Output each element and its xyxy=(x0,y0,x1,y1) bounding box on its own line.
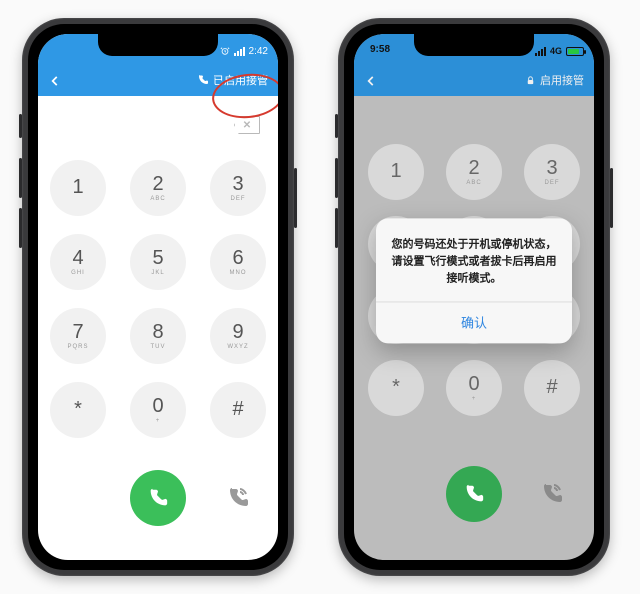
alert-confirm-button[interactable]: 确认 xyxy=(376,303,572,344)
backspace-button[interactable]: ✕ xyxy=(234,116,260,134)
key-5[interactable]: 5JKL xyxy=(130,234,186,290)
call-button[interactable] xyxy=(446,466,502,522)
redial-icon xyxy=(540,482,564,506)
screen-right: 9:58 4G 启用接管 xyxy=(354,34,594,560)
key-2[interactable]: 2ABC xyxy=(130,160,186,216)
key-0[interactable]: 0+ xyxy=(130,382,186,438)
signal-icon xyxy=(234,47,245,56)
keypad: 1 2ABC 3DEF 4GHI 5JKL 6MNO 7PQRS 8TUV 9W… xyxy=(38,160,278,438)
battery-icon xyxy=(566,47,584,56)
key-1[interactable]: 1 xyxy=(368,144,424,200)
phone-left: 2:42 已启用接管 ✕ xyxy=(22,18,294,576)
chevron-left-icon xyxy=(48,74,62,88)
key-star[interactable]: * xyxy=(368,360,424,416)
backspace-icon: ✕ xyxy=(243,120,251,131)
key-star[interactable]: * xyxy=(50,382,106,438)
alert-dialog: 您的号码还处于开机或停机状态，请设置飞行模式或者拔卡后再启用接听模式。 确认 xyxy=(376,219,572,344)
takeover-toggle[interactable]: 已启用接管 xyxy=(197,72,268,88)
signal-icon xyxy=(535,47,546,56)
alarm-icon xyxy=(220,46,230,56)
key-3[interactable]: 3DEF xyxy=(210,160,266,216)
key-6[interactable]: 6MNO xyxy=(210,234,266,290)
key-4[interactable]: 4GHI xyxy=(50,234,106,290)
side-button-power xyxy=(610,168,613,228)
takeover-label: 已启用接管 xyxy=(213,72,268,88)
back-button[interactable] xyxy=(48,74,62,88)
redial-button[interactable] xyxy=(524,466,580,522)
notch xyxy=(414,34,534,56)
phone-icon xyxy=(197,74,209,86)
key-7[interactable]: 7PQRS xyxy=(50,308,106,364)
bezel: 2:42 已启用接管 ✕ xyxy=(28,24,288,570)
side-button-vol-up xyxy=(19,158,22,198)
key-0[interactable]: 0+ xyxy=(446,360,502,416)
key-9[interactable]: 9WXYZ xyxy=(210,308,266,364)
key-1[interactable]: 1 xyxy=(50,160,106,216)
notch xyxy=(98,34,218,56)
alert-message: 您的号码还处于开机或停机状态，请设置飞行模式或者拔卡后再启用接听模式。 xyxy=(376,219,572,302)
network-label: 4G xyxy=(550,46,562,56)
side-button-silence xyxy=(335,114,338,138)
redial-icon xyxy=(226,486,250,510)
call-button[interactable] xyxy=(130,470,186,526)
side-button-vol-up xyxy=(335,158,338,198)
key-hash[interactable]: # xyxy=(524,360,580,416)
side-button-vol-down xyxy=(335,208,338,248)
side-button-vol-down xyxy=(19,208,22,248)
phone-icon xyxy=(463,483,485,505)
key-2[interactable]: 2ABC xyxy=(446,144,502,200)
key-3[interactable]: 3DEF xyxy=(524,144,580,200)
key-8[interactable]: 8TUV xyxy=(130,308,186,364)
key-hash[interactable]: # xyxy=(210,382,266,438)
redial-button[interactable] xyxy=(210,470,266,526)
phone-right: 9:58 4G 启用接管 xyxy=(338,18,610,576)
status-time: 9:58 xyxy=(370,44,390,55)
side-button-silence xyxy=(19,114,22,138)
number-display: ✕ xyxy=(38,96,278,154)
status-time: 2:42 xyxy=(249,46,268,57)
call-row xyxy=(354,466,594,522)
bezel: 9:58 4G 启用接管 xyxy=(344,24,604,570)
call-row xyxy=(38,470,278,526)
side-button-power xyxy=(294,168,297,228)
screen-left: 2:42 已启用接管 ✕ xyxy=(38,34,278,560)
phone-icon xyxy=(147,487,169,509)
